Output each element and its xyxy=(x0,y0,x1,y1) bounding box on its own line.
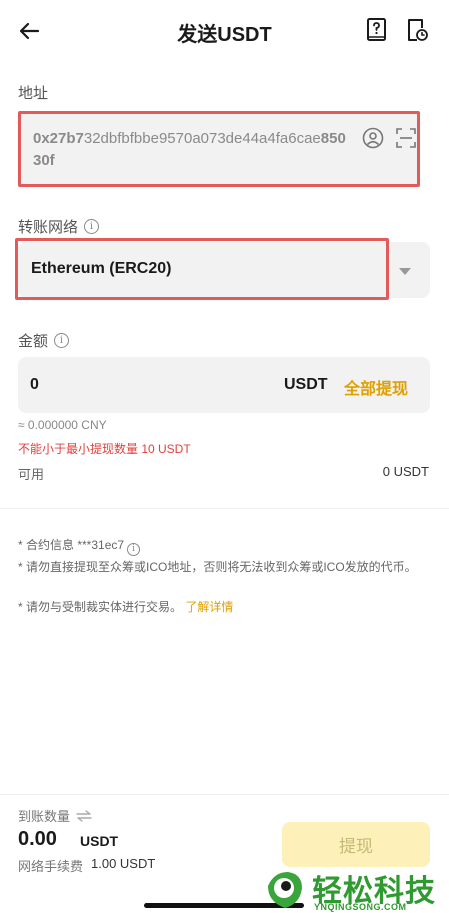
info-icon[interactable]: i xyxy=(127,543,141,556)
help-book-icon[interactable] xyxy=(364,17,390,43)
receive-unit: USDT xyxy=(80,833,119,849)
divider xyxy=(0,794,449,795)
network-value: Ethereum (ERC20) xyxy=(31,260,172,277)
available-label: 可用 xyxy=(18,467,45,482)
header: 发送USDT xyxy=(0,0,449,62)
withdraw-button[interactable]: 提现 xyxy=(282,822,430,867)
receive-label: 到账数量 xyxy=(18,806,92,825)
info-icon[interactable]: i xyxy=(54,333,70,348)
amount-input[interactable]: 0 USDT 全部提现 xyxy=(18,357,430,413)
network-label: 转账网络 i xyxy=(18,216,100,237)
amount-value: 0 xyxy=(30,376,39,393)
amount-approx: ≈ 0.000000 CNY xyxy=(18,418,107,432)
watermark: 轻松科技 YNQINGSONG.COM xyxy=(262,866,449,913)
receive-value: 0.00 xyxy=(18,828,57,850)
withdraw-all-button[interactable]: 全部提现 xyxy=(344,375,408,399)
fee-value: 1.00 USDT xyxy=(91,856,156,871)
address-input[interactable]: 0x27b732dbfbfbbe9570a073de44a4fa6cae8503… xyxy=(18,111,420,187)
fee-label: 网络手续费 xyxy=(18,859,84,874)
address-value: 0x27b732dbfbfbbe9570a073de44a4fa6cae8503… xyxy=(33,130,346,169)
caret-down-icon[interactable] xyxy=(399,268,411,275)
error-message: 不能小于最小提现数量 10 USDT xyxy=(18,442,191,456)
contract-info: * 合约信息 ***31ec7 i xyxy=(18,537,434,556)
available-value: 0 USDT xyxy=(382,464,429,479)
address-label: 地址 xyxy=(18,85,49,102)
sanction-warning: * 请勿与受制裁实体进行交易。 了解详情 xyxy=(18,600,234,614)
amount-label: 金额 i xyxy=(18,330,70,351)
info-icon[interactable]: i xyxy=(84,219,100,234)
amount-unit: USDT xyxy=(284,376,328,393)
divider xyxy=(0,508,449,509)
watermark-logo-icon xyxy=(268,872,302,908)
address-book-icon[interactable] xyxy=(362,127,384,149)
ico-warning: * 请勿直接提现至众筹或ICO地址，否则将无法收到众筹或ICO发放的代币。 xyxy=(18,560,417,574)
learn-more-link[interactable]: 了解详情 xyxy=(185,600,233,614)
history-doc-icon[interactable] xyxy=(404,17,430,43)
scan-qr-icon[interactable] xyxy=(395,127,417,149)
swap-icon[interactable] xyxy=(76,809,92,822)
watermark-sub: YNQINGSONG.COM xyxy=(314,902,407,912)
